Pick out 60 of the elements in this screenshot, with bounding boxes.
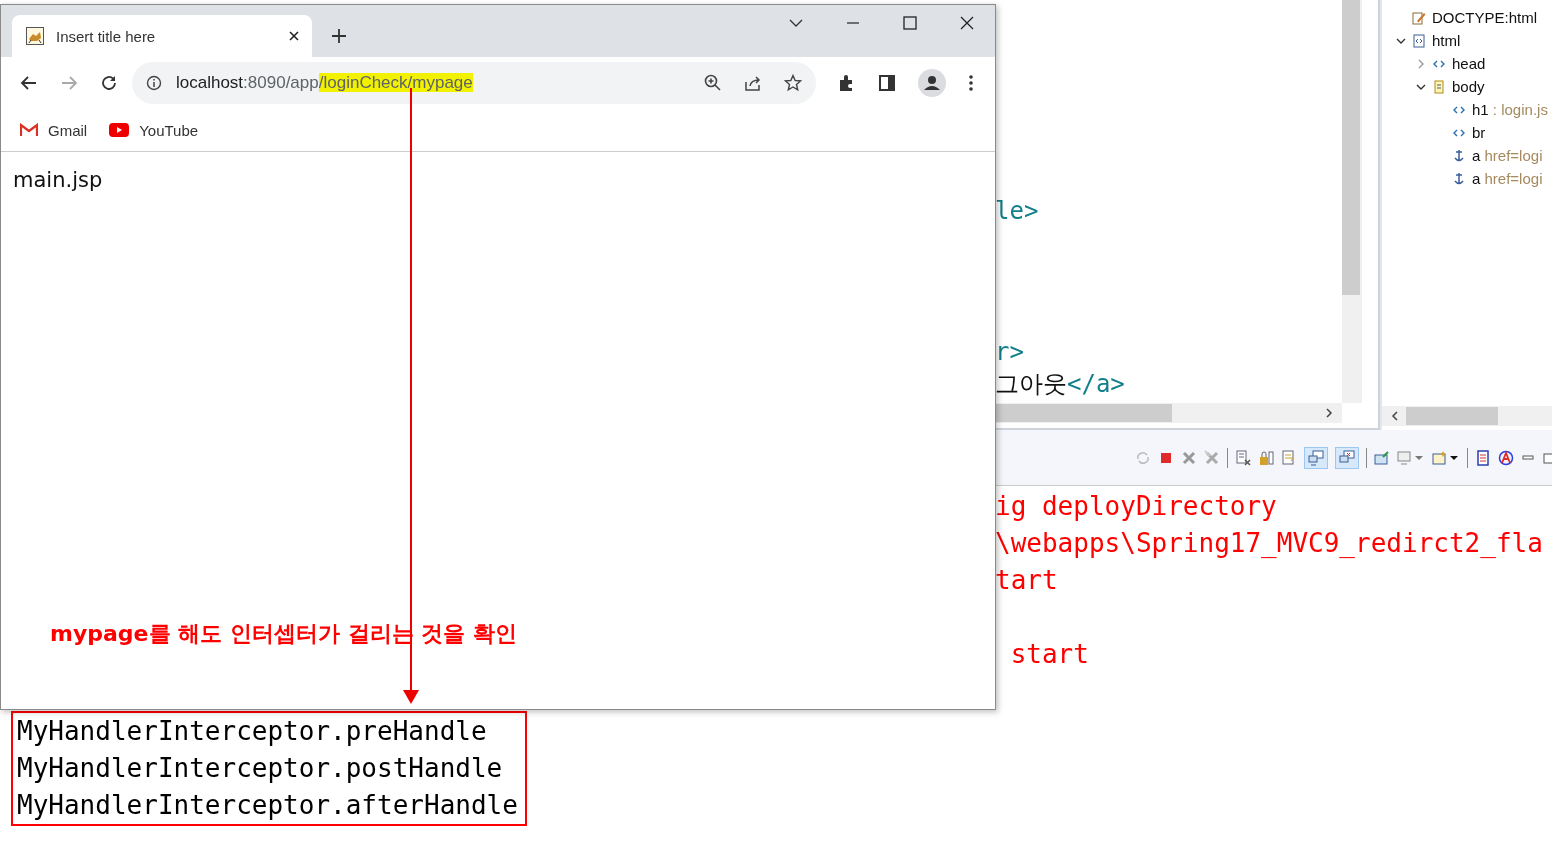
outline-item[interactable]: h1 : login.js xyxy=(1472,101,1548,118)
info-icon xyxy=(146,75,162,91)
console-line: ig deployDirectory xyxy=(994,490,1278,523)
chevron-left-icon[interactable] xyxy=(1390,411,1400,421)
chevron-right-icon[interactable] xyxy=(1324,408,1334,418)
page-text: main.jsp xyxy=(13,168,104,192)
vertical-scrollbar[interactable] xyxy=(1342,0,1362,403)
code-token: r> xyxy=(995,338,1024,366)
zoom-icon[interactable] xyxy=(704,74,722,92)
outline-item[interactable]: br xyxy=(1472,124,1486,141)
star-icon[interactable] xyxy=(784,74,802,92)
browser-tab[interactable]: Insert title here xyxy=(12,15,312,57)
plus-icon[interactable] xyxy=(331,28,347,44)
outline-item[interactable]: body xyxy=(1452,78,1485,95)
console-line: tart xyxy=(994,564,1059,597)
document-list-icon[interactable] xyxy=(1475,449,1491,466)
new-window-dropdown-icon[interactable] xyxy=(1432,449,1460,466)
side-panel-icon[interactable] xyxy=(878,74,896,92)
address-bar[interactable]: localhost:8090/app/loginCheck/mypage xyxy=(132,62,816,104)
console-line: MyHandlerInterceptor.afterHandle xyxy=(17,789,519,822)
console-line: start xyxy=(1009,638,1090,671)
outline-item[interactable]: head xyxy=(1452,55,1486,72)
avatar-icon[interactable] xyxy=(918,69,946,97)
html-file-icon xyxy=(1412,33,1426,48)
console-line: \webapps\Spring17_MVC9_redirct2_fla xyxy=(994,527,1544,560)
anchor-icon xyxy=(1452,171,1466,186)
code-token: le> xyxy=(995,197,1039,225)
monitor-error-icon[interactable] xyxy=(1335,446,1359,469)
tab-title: Insert title here xyxy=(56,27,156,45)
share-icon[interactable] xyxy=(744,74,762,92)
bookmark[interactable]: YouTube xyxy=(109,121,199,139)
pin-icon[interactable] xyxy=(1374,449,1390,466)
letter-circle-icon[interactable] xyxy=(1498,449,1514,466)
anchor-icon xyxy=(1452,148,1466,163)
close-icon[interactable] xyxy=(960,16,974,30)
monitor-comment-icon[interactable] xyxy=(1304,446,1328,469)
close-icon[interactable] xyxy=(288,30,300,42)
lock-icon[interactable] xyxy=(1258,449,1274,466)
console-line: MyHandlerInterceptor.postHandle xyxy=(17,752,504,785)
horizontal-scrollbar[interactable] xyxy=(1382,406,1552,426)
outline-item[interactable]: DOCTYPE:html xyxy=(1432,9,1537,26)
mail-icon xyxy=(20,123,38,137)
back-arrow-icon[interactable] xyxy=(20,74,38,92)
page-icon xyxy=(1432,79,1446,94)
code-token: </a> xyxy=(1067,370,1125,398)
outline-item[interactable]: a href=logi xyxy=(1472,170,1543,187)
more-icon[interactable] xyxy=(968,74,974,92)
console-line: MyHandlerInterceptor.preHandle xyxy=(17,715,488,748)
url-text: localhost:8090/app/loginCheck/mypage xyxy=(176,73,473,93)
document-pen-icon xyxy=(1412,10,1426,25)
clear-console-icon[interactable] xyxy=(1235,449,1251,466)
reload-icon[interactable] xyxy=(100,74,118,92)
outline-item[interactable]: html xyxy=(1432,32,1461,49)
bookmark[interactable]: Gmail xyxy=(20,121,88,139)
outline-item[interactable]: a href=logi xyxy=(1472,147,1543,164)
code-token: 그아웃 xyxy=(995,370,1067,398)
maximize-icon[interactable] xyxy=(903,16,917,30)
monitor-dropdown-icon[interactable] xyxy=(1397,449,1425,466)
play-icon xyxy=(109,123,130,137)
horizontal-scrollbar[interactable] xyxy=(995,403,1342,423)
